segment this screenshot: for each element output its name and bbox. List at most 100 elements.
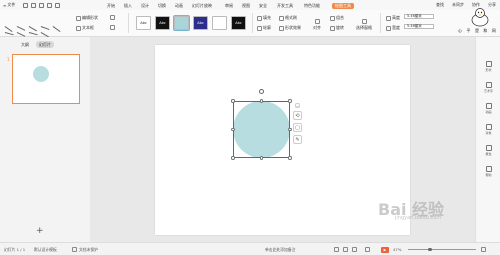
- tab-6[interactable]: 审阅: [225, 3, 233, 9]
- sidebar-item-3[interactable]: 对象: [476, 124, 500, 135]
- sorter-view-icon[interactable]: [343, 247, 348, 252]
- copy-tool-icon[interactable]: ▢: [293, 123, 302, 132]
- protect-status[interactable]: 文档未保护: [79, 247, 98, 253]
- shape-style-2[interactable]: Abc: [173, 15, 190, 31]
- sidebar-item-2[interactable]: 动画: [476, 103, 500, 114]
- align-button[interactable]: 对齐: [313, 19, 321, 31]
- resize-handle-nw[interactable]: [231, 99, 235, 103]
- search-command[interactable]: 查找: [436, 2, 444, 8]
- shape-style-0[interactable]: Abc: [136, 16, 151, 30]
- help-icon: [485, 166, 492, 172]
- sidebar-item-0[interactable]: 形状: [476, 61, 500, 72]
- select-pane-button[interactable]: 选择窗格: [356, 19, 372, 31]
- sidebar-item-1[interactable]: 艺术字: [476, 82, 500, 93]
- shape-style-5[interactable]: Abc: [231, 16, 246, 30]
- save-icon[interactable]: [23, 2, 29, 8]
- print-icon[interactable]: [31, 2, 37, 8]
- resize-handle-w[interactable]: [231, 127, 235, 132]
- shape-style-4[interactable]: Abc: [212, 16, 227, 30]
- rotate-tool-icon[interactable]: ⟲: [293, 111, 302, 120]
- line-shape-icon[interactable]: [4, 26, 13, 32]
- height-input[interactable]: 5.46厘米: [404, 14, 434, 19]
- zoom-slider-thumb[interactable]: [428, 247, 432, 251]
- play-button[interactable]: ▶: [381, 246, 389, 253]
- slide-info: 幻灯片 1 / 1: [4, 247, 26, 252]
- thumbnail-circle: [33, 66, 49, 82]
- normal-view-icon[interactable]: [334, 247, 339, 252]
- merge-shape-button[interactable]: [110, 15, 115, 20]
- fit-window-icon[interactable]: [481, 247, 486, 252]
- tab-11[interactable]: 绘图工具: [332, 2, 354, 9]
- collapse-icon[interactable]: −: [295, 103, 300, 108]
- tab-4[interactable]: 动画: [175, 3, 183, 9]
- tab-7[interactable]: 视图: [242, 3, 250, 9]
- tab-10[interactable]: 特色功能: [304, 3, 320, 9]
- redo-icon[interactable]: [55, 2, 61, 8]
- width-input[interactable]: 5.46厘米: [404, 24, 434, 29]
- resize-handle-sw[interactable]: [231, 156, 235, 160]
- line-shape-icon[interactable]: [28, 32, 38, 35]
- outline-button[interactable]: 轮廓: [257, 25, 271, 31]
- tab-1[interactable]: 插入: [124, 3, 132, 9]
- tab-outline[interactable]: 大纲: [18, 41, 32, 48]
- outline-icon: [257, 25, 262, 31]
- line-shape-icon[interactable]: [4, 32, 14, 35]
- add-slide-button[interactable]: +: [36, 226, 44, 236]
- selection-box: [233, 101, 290, 158]
- slide-number: 1: [7, 57, 10, 62]
- fullscreen-icon[interactable]: [365, 247, 370, 252]
- group-button[interactable]: 组合: [330, 15, 344, 21]
- undo-icon[interactable]: [47, 2, 53, 8]
- watermark-url: jingyan.baidu.com: [395, 215, 442, 221]
- shape-style-3[interactable]: Abc: [193, 16, 208, 30]
- sidebar-item-4[interactable]: 属性: [476, 145, 500, 156]
- file-label: 文件: [7, 2, 16, 7]
- shape-effect-button[interactable]: 形状效果: [279, 25, 301, 31]
- notes-toggle[interactable]: 单击此处添加备注: [265, 247, 295, 253]
- sync-status[interactable]: 未同步: [452, 2, 464, 8]
- shape-arrange-button[interactable]: [110, 25, 115, 30]
- shape-icon: [485, 61, 492, 67]
- theme-name[interactable]: 默认设计模板: [34, 247, 57, 253]
- edit-shape-icon: [76, 15, 81, 21]
- tab-9[interactable]: 开发工具: [277, 3, 293, 9]
- tab-slides[interactable]: 幻灯片: [36, 41, 54, 48]
- reading-view-icon[interactable]: [352, 247, 357, 252]
- file-menu[interactable]: ≡ 文件: [3, 2, 15, 8]
- line-shape-icon[interactable]: [40, 26, 50, 30]
- brand-text: 心 平 是 和 网: [458, 28, 498, 33]
- width-icon: [386, 25, 391, 31]
- line-shape-icon[interactable]: [16, 32, 26, 37]
- width-label: 宽度: [386, 25, 400, 31]
- zoom-value: 47%: [393, 247, 402, 252]
- slide-thumbnail[interactable]: [12, 54, 80, 104]
- resize-handle-n[interactable]: [259, 99, 264, 103]
- tab-3[interactable]: 切换: [158, 3, 166, 9]
- resize-handle-e[interactable]: [288, 127, 292, 132]
- tab-2[interactable]: 设计: [141, 3, 149, 9]
- line-shape-icon[interactable]: [28, 26, 37, 32]
- text-box-button[interactable]: 文本框: [76, 25, 94, 31]
- sidebar-item-5[interactable]: 帮助: [476, 166, 500, 177]
- resize-handle-s[interactable]: [259, 156, 264, 160]
- ribbon-toolbar: 形状 编辑形状 文本框 AbcAbcAbcAbcAbcAbc 填充 轮廓 格式刷…: [0, 10, 500, 38]
- duck-logo-icon: [471, 8, 489, 27]
- slide-canvas[interactable]: − ⟲ ▢ ✎: [155, 45, 410, 235]
- format-brush-button[interactable]: 格式刷: [279, 15, 297, 21]
- shape-gallery[interactable]: [3, 23, 65, 38]
- line-shape-icon[interactable]: [52, 26, 61, 32]
- resize-handle-se[interactable]: [288, 156, 292, 160]
- shape-style-1[interactable]: Abc: [155, 16, 170, 30]
- preview-icon[interactable]: [39, 2, 45, 8]
- fill-button[interactable]: 填充: [257, 15, 271, 21]
- tab-8[interactable]: 安全: [259, 3, 267, 9]
- tab-5[interactable]: 幻灯片放映: [192, 3, 212, 9]
- zoom-slider[interactable]: [408, 249, 476, 250]
- edit-shape-button[interactable]: 编辑形状: [76, 15, 98, 21]
- line-shape-icon[interactable]: [16, 26, 26, 31]
- pen-tool-icon[interactable]: ✎: [293, 135, 302, 144]
- rotate-handle[interactable]: [259, 89, 264, 94]
- tab-0[interactable]: 开始: [107, 3, 115, 9]
- rotate-button[interactable]: 旋转: [330, 25, 344, 31]
- resize-handle-ne[interactable]: [288, 99, 292, 103]
